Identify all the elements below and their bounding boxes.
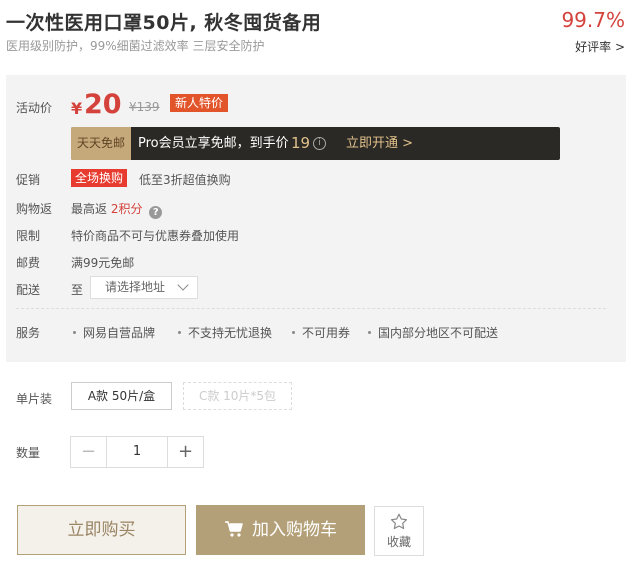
buy-now-button[interactable]: 立即购买 (17, 505, 186, 555)
promo-label: 促销 (16, 173, 41, 187)
delivery-prefix: 至 (71, 283, 84, 297)
promo-text: 低至3折超值换购 (139, 173, 231, 187)
rebate-label: 购物返 (16, 202, 53, 216)
current-price: 20 (84, 89, 122, 120)
spec-option-a[interactable]: A款 50片/盒 (71, 382, 172, 410)
service-text: 不支持无忧退换 (188, 326, 273, 340)
service-item: 不支持无忧退换 (178, 324, 272, 341)
spec-label: 单片装 (16, 392, 53, 406)
bullet-icon (368, 331, 371, 334)
spec-option-c: C款 10片*5包 (183, 382, 292, 410)
vip-price: 19 (291, 134, 311, 152)
original-price: ¥139 (129, 100, 160, 114)
rebate-points: 2积分 (110, 202, 143, 216)
vip-tag: 天天免邮 (71, 127, 131, 160)
info-panel: 活动价 ¥ 20 ¥139 新人特价 天天免邮 Pro会员立享免邮，到手价 19… (6, 75, 626, 362)
services-label: 服务 (16, 326, 41, 340)
rebate-prefix: 最高返 (71, 202, 108, 216)
promo-tag: 全场换购 (71, 169, 128, 187)
vip-open-link[interactable]: 立即开通 > (346, 127, 413, 160)
address-select[interactable]: 请选择地址 (90, 276, 198, 299)
address-select-value: 请选择地址 (105, 280, 166, 294)
help-icon[interactable]: ? (149, 206, 163, 219)
divider (16, 308, 606, 309)
delivery-label: 配送 (16, 283, 41, 297)
shipping-text: 满99元免邮 (71, 256, 135, 270)
limit-label: 限制 (16, 229, 41, 243)
quantity-stepper: − 1 + (70, 436, 204, 468)
service-text: 国内部分地区不可配送 (378, 326, 499, 340)
service-text: 不可用券 (302, 326, 351, 340)
product-subtitle: 医用级别防护，99%细菌过滤效率 三层安全防护 (6, 39, 265, 53)
service-item: 网易自营品牌 (73, 324, 155, 341)
bullet-icon (292, 331, 295, 334)
currency-symbol: ¥ (71, 99, 83, 118)
chevron-down-icon (177, 279, 189, 291)
service-text: 网易自营品牌 (83, 326, 156, 340)
rebate-info: 最高返 2积分 ? (71, 200, 163, 219)
info-icon[interactable]: i (313, 137, 326, 150)
cart-icon (225, 521, 243, 537)
quantity-label: 数量 (16, 446, 41, 460)
vip-banner[interactable]: 天天免邮 Pro会员立享免邮，到手价 19 i 立即开通 > (71, 127, 560, 160)
quantity-input[interactable]: 1 (107, 437, 167, 467)
rating-block: 99.7% 好评率 > (561, 8, 625, 55)
favorite-button[interactable]: 收藏 (374, 506, 424, 556)
bullet-icon (178, 331, 181, 334)
rating-link[interactable]: 好评率 > (561, 38, 625, 55)
add-to-cart-label: 加入购物车 (252, 520, 337, 540)
service-item: 国内部分地区不可配送 (368, 324, 498, 341)
star-icon (390, 513, 408, 530)
product-title: 一次性医用口罩50片, 秋冬囤货备用 (6, 12, 322, 34)
service-item: 不可用券 (292, 324, 350, 341)
bullet-icon (73, 331, 76, 334)
new-user-badge: 新人特价 (170, 94, 229, 112)
vip-text: Pro会员立享免邮，到手价 (138, 136, 289, 151)
add-to-cart-button[interactable]: 加入购物车 (196, 505, 365, 555)
favorite-label: 收藏 (386, 535, 411, 549)
rating-value: 99.7% (561, 8, 625, 32)
limit-text: 特价商品不可与优惠券叠加使用 (71, 229, 240, 243)
decrement-button[interactable]: − (71, 437, 107, 467)
price-label: 活动价 (16, 101, 53, 115)
increment-button[interactable]: + (167, 437, 203, 467)
shipping-label: 邮费 (16, 256, 41, 270)
